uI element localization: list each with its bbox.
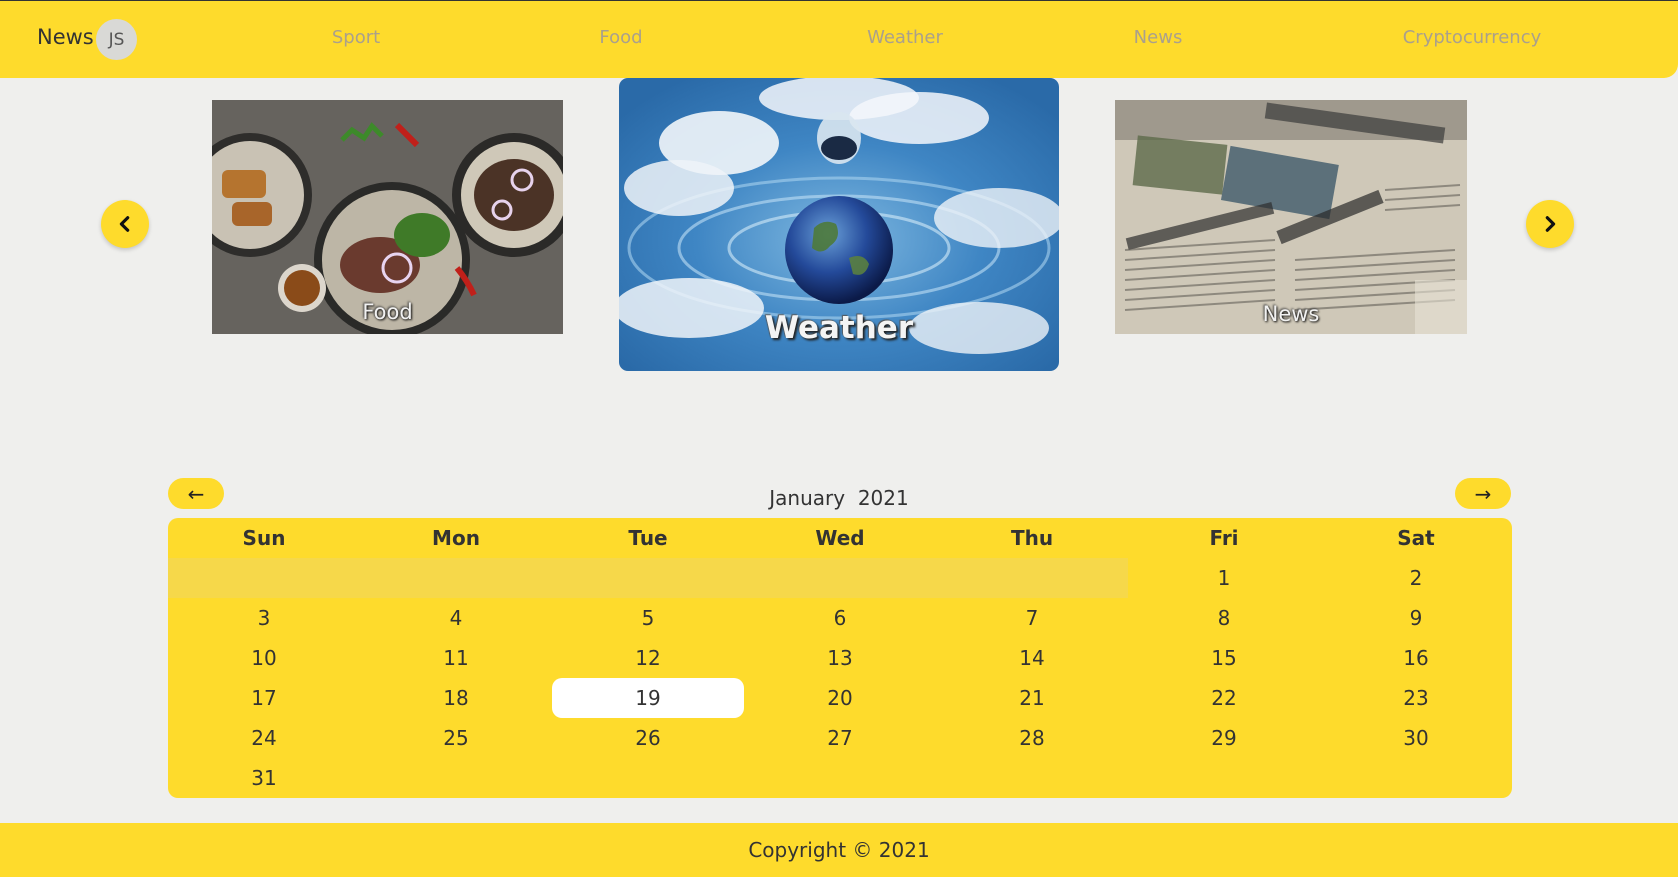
calendar-weekday-row: Sun Mon Tue Wed Thu Fri Sat — [168, 518, 1512, 558]
calendar-day[interactable]: 20 — [744, 678, 936, 718]
calendar-day[interactable]: 18 — [360, 678, 552, 718]
calendar-day[interactable]: 4 — [360, 598, 552, 638]
calendar-trailing-cell — [936, 758, 1128, 798]
calendar-day[interactable]: 22 — [1128, 678, 1320, 718]
footer: Copyright © 2021 — [0, 823, 1678, 877]
calendar-day[interactable]: 31 — [168, 758, 360, 798]
weekday-header: Thu — [1010, 526, 1054, 550]
calendar-empty-cell — [744, 558, 936, 598]
calendar-day[interactable]: 10 — [168, 638, 360, 678]
calendar-day[interactable]: 9 — [1320, 598, 1512, 638]
weekday-header: Tue — [628, 526, 668, 550]
calendar-day[interactable]: 14 — [936, 638, 1128, 678]
calendar-day[interactable]: 27 — [744, 718, 936, 758]
nav-item-sport[interactable]: Sport — [332, 27, 380, 48]
calendar-day[interactable]: 2 — [1320, 558, 1512, 598]
carousel-next-button[interactable] — [1526, 200, 1574, 248]
calendar-week-row: 24 25 26 27 28 29 30 — [168, 718, 1512, 758]
chevron-right-icon — [1545, 216, 1556, 232]
calendar-day[interactable]: 30 — [1320, 718, 1512, 758]
carousel-card-food[interactable]: Food — [212, 100, 563, 334]
chevron-left-icon — [119, 216, 130, 232]
calendar-week-row: 12 — [168, 558, 1512, 598]
calendar-trailing-cell — [744, 758, 936, 798]
card-label-food: Food — [362, 300, 413, 324]
nav-item-weather[interactable]: Weather — [867, 27, 943, 48]
calendar-day[interactable]: 8 — [1128, 598, 1320, 638]
weekday-header: Mon — [432, 526, 480, 550]
weekday-header: Wed — [815, 526, 865, 550]
calendar-day-today[interactable]: 19 — [552, 678, 744, 718]
page: News JS Sport Food Weather News Cryptocu… — [0, 0, 1678, 877]
calendar-empty-cell — [168, 558, 360, 598]
calendar-day[interactable]: 23 — [1320, 678, 1512, 718]
calendar-trailing-cell — [552, 758, 744, 798]
calendar-day[interactable]: 26 — [552, 718, 744, 758]
calendar-day[interactable]: 12 — [552, 638, 744, 678]
news-image — [1115, 100, 1467, 334]
card-label-news: News — [1262, 302, 1320, 326]
carousel-card-weather[interactable]: Weather — [619, 78, 1059, 371]
calendar-day[interactable]: 29 — [1128, 718, 1320, 758]
calendar-week-row: 10 11 12 13 14 15 16 — [168, 638, 1512, 678]
nav-item-news[interactable]: News — [1134, 27, 1183, 48]
calendar-trailing-cell — [360, 758, 552, 798]
calendar-day[interactable]: 24 — [168, 718, 360, 758]
calendar-day[interactable]: 21 — [936, 678, 1128, 718]
calendar-day[interactable]: 7 — [936, 598, 1128, 638]
calendar-day[interactable]: 28 — [936, 718, 1128, 758]
calendar-empty-cell — [936, 558, 1128, 598]
footer-copyright: Copyright © 2021 — [748, 838, 930, 862]
weekday-header: Sun — [242, 526, 286, 550]
calendar-grid: Sun Mon Tue Wed Thu Fri Sat 1 2 3 4 5 6 7 8 9 10 11 12 13 14… — [168, 518, 1512, 798]
weekday-header: Fri — [1209, 526, 1239, 550]
calendar-week-row: 17 18 19 20 21 22 23 — [168, 678, 1512, 718]
calendar-trailing-cell — [1128, 758, 1320, 798]
calendar-day[interactable]: 25 — [360, 718, 552, 758]
card-label-weather: Weather — [764, 310, 914, 346]
food-image — [212, 100, 563, 334]
calendar-week-row: 31 — [168, 758, 1512, 798]
calendar-month-title: January 2021 — [769, 486, 909, 510]
calendar-day[interactable]: 13 — [744, 638, 936, 678]
calendar-trailing-cell — [1320, 758, 1512, 798]
calendar-day[interactable]: 6 — [744, 598, 936, 638]
brand-title[interactable]: News — [37, 25, 94, 49]
nav-item-food[interactable]: Food — [599, 27, 642, 48]
carousel-prev-button[interactable] — [101, 200, 149, 248]
avatar[interactable]: JS — [96, 19, 137, 60]
calendar-day[interactable]: 1 — [1128, 558, 1320, 598]
calendar-day[interactable]: 15 — [1128, 638, 1320, 678]
carousel-card-news[interactable]: News — [1115, 100, 1467, 334]
calendar-day[interactable]: 16 — [1320, 638, 1512, 678]
calendar-empty-cell — [552, 558, 744, 598]
calendar-week-row: 3456789 — [168, 598, 1512, 638]
nav-item-cryptocurrency[interactable]: Cryptocurrency — [1403, 27, 1542, 48]
calendar-day[interactable]: 17 — [168, 678, 360, 718]
calendar-day[interactable]: 5 — [552, 598, 744, 638]
calendar-empty-cell — [360, 558, 552, 598]
calendar-day[interactable]: 3 — [168, 598, 360, 638]
top-navbar: News JS Sport Food Weather News Cryptocu… — [0, 0, 1678, 78]
calendar-day[interactable]: 11 — [360, 638, 552, 678]
weekday-header: Sat — [1397, 526, 1435, 550]
